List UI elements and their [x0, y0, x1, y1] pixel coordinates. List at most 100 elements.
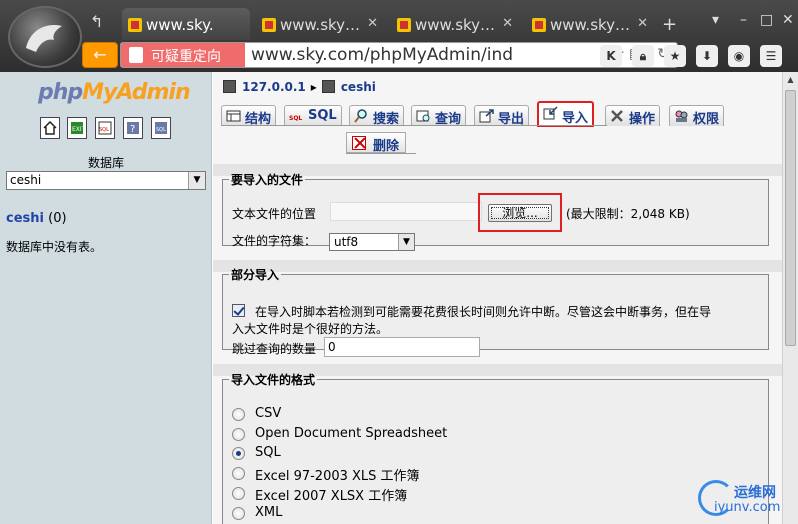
database-icon	[321, 80, 335, 93]
scroll-thumb[interactable]	[785, 90, 796, 346]
allow-interrupt-label-cont: 入大文件时是个很好的方法。	[232, 322, 389, 336]
watermark-logo: 运维网 iyunv.com	[694, 478, 794, 520]
format-section-legend: 导入文件的格式	[231, 373, 316, 387]
dropdown-icon[interactable]: ▾	[712, 12, 719, 28]
format-label: Excel 2007 XLSX 工作簿	[255, 489, 408, 504]
format-label: SQL	[255, 445, 281, 460]
browse-button[interactable]: 浏览...	[488, 204, 552, 222]
sql-icon: SQL	[289, 115, 302, 122]
browser-chrome: ↰ www.sky. www.sky… ✕ www.sky… ✕ www.sky…	[0, 0, 798, 72]
operations-icon	[611, 110, 623, 122]
minimize-icon[interactable]: –	[740, 12, 747, 28]
breadcrumb-arrow-icon: ▸	[310, 80, 317, 94]
privileges-icon	[675, 110, 688, 122]
file-path-field[interactable]	[330, 202, 482, 221]
drop-icon	[352, 136, 366, 150]
import-icon	[543, 106, 558, 120]
download-icon[interactable]: ⬇	[696, 45, 718, 67]
svg-text:SQL: SQL	[99, 127, 109, 133]
breadcrumb-database[interactable]: ceshi	[341, 80, 376, 94]
close-window-icon[interactable]: ✕	[782, 12, 794, 28]
current-database-link[interactable]: ceshi	[6, 211, 44, 226]
query-icon	[416, 110, 430, 122]
skip-queries-input[interactable]: 0	[324, 337, 480, 357]
phpmyadmin-logo[interactable]: phpMyAdmin	[38, 80, 191, 105]
current-database: ceshi (0)	[6, 211, 67, 226]
tab-search[interactable]: 搜索	[349, 105, 405, 127]
undo-close-tab-icon[interactable]: ↰	[90, 14, 106, 30]
k-extension-icon[interactable]: K	[600, 45, 622, 67]
tab-operations[interactable]: 操作	[605, 105, 661, 127]
max-size-text: (最大限制：2,048 KB)	[566, 207, 690, 221]
tab-import[interactable]: 导入	[537, 101, 595, 127]
tab-drop[interactable]: 删除	[346, 132, 407, 154]
maximize-icon[interactable]: □	[760, 12, 773, 28]
tab-export[interactable]: 导出	[474, 105, 530, 127]
favicon-icon	[128, 18, 142, 32]
tab-query[interactable]: 查询	[411, 105, 467, 127]
format-label: XML	[255, 505, 283, 520]
navigation-frame: phpMyAdmin EXIT SQL ? SQL 数据库 ceshi ▼ ce…	[0, 72, 212, 524]
format-label: Excel 97-2003 XLS 工作簿	[255, 469, 420, 484]
charset-select[interactable]: utf8 ▼	[329, 233, 415, 251]
main-frame: 127.0.0.1 ▸ ceshi 结构 SQL SQL 搜索 查询 导出 导入	[213, 72, 798, 524]
format-label: CSV	[255, 406, 282, 421]
tab-sql[interactable]: SQL SQL	[284, 105, 342, 126]
tab-privileges[interactable]: 权限	[669, 105, 725, 127]
format-radio-csv[interactable]	[232, 408, 245, 421]
allow-interrupt-label: 在导入时脚本若检测到可能需要花费很长时间则允许中断。尽管这会中断事务，但在导	[255, 305, 712, 319]
breadcrumb-server[interactable]: 127.0.0.1	[242, 80, 306, 94]
vertical-scrollbar[interactable]: ▲	[782, 72, 798, 524]
favorites-star-icon[interactable]: ★	[664, 45, 686, 67]
file-location-label: 文本文件的位置	[232, 207, 317, 221]
svg-text:SQL: SQL	[289, 115, 302, 122]
server-icon	[223, 80, 236, 93]
address-bar: ← 可疑重定向 www.sky.com/phpMyAdmin/ind ★▦▾↻ …	[82, 40, 798, 70]
url-text[interactable]: www.sky.com/phpMyAdmin/ind	[251, 45, 513, 65]
export-icon	[479, 109, 494, 123]
format-label: Open Document Spreadsheet	[255, 426, 448, 441]
new-tab-icon[interactable]: +	[662, 14, 677, 35]
chevron-down-icon: ▼	[398, 234, 414, 250]
home-icon[interactable]	[40, 117, 60, 139]
back-button[interactable]: ←	[82, 42, 118, 68]
documentation-icon[interactable]: ?	[123, 117, 143, 139]
format-radio-ods[interactable]	[232, 428, 245, 441]
partial-import-fieldset: 部分导入 在导入时脚本若检测到可能需要花费很长时间则允许中断。尽管这会中断事务，…	[222, 266, 769, 357]
partial-section-legend: 部分导入	[231, 268, 280, 282]
redirect-warning[interactable]: 可疑重定向	[121, 43, 245, 67]
close-tab-icon[interactable]: ✕	[367, 16, 378, 31]
svg-text:SQL: SQL	[156, 127, 166, 133]
drop-divider	[346, 153, 416, 154]
allow-interrupt-checkbox[interactable]	[232, 304, 245, 317]
format-radio-xlsx[interactable]	[232, 487, 245, 500]
warning-page-icon	[129, 47, 143, 63]
browser-tab-3[interactable]: www.sky… ✕	[391, 8, 521, 40]
menu-icon[interactable]: ☰	[760, 45, 782, 67]
sql-docs-icon[interactable]: SQL	[151, 117, 171, 139]
format-radio-xml[interactable]	[232, 507, 245, 520]
database-select[interactable]: ceshi ▼	[6, 171, 206, 190]
file-import-fieldset: 要导入的文件 文本文件的位置 浏览... (最大限制：2,048 KB) 文件的…	[222, 171, 769, 251]
gamepad-icon[interactable]: ◉	[728, 45, 750, 67]
close-tab-icon[interactable]: ✕	[637, 16, 648, 31]
format-radio-xls[interactable]	[232, 467, 245, 480]
browser-logo-icon[interactable]	[8, 6, 82, 68]
browser-tab-4[interactable]: www.sky… ✕	[526, 8, 656, 40]
svg-text:EXIT: EXIT	[72, 126, 84, 133]
database-label: 数据库	[87, 156, 124, 170]
scroll-up-icon[interactable]: ▲	[783, 72, 798, 88]
search-icon	[354, 109, 367, 123]
browse-highlight: 浏览...	[478, 193, 562, 232]
format-radio-sql[interactable]	[232, 447, 245, 460]
exit-icon[interactable]: EXIT	[67, 117, 87, 139]
lock-icon[interactable]: 🔒︎	[632, 45, 654, 67]
svg-text:?: ?	[130, 124, 135, 135]
url-field[interactable]: 可疑重定向 www.sky.com/phpMyAdmin/ind ★▦▾↻	[120, 42, 678, 68]
close-tab-icon[interactable]: ✕	[502, 16, 513, 31]
browser-tab-1[interactable]: www.sky.	[122, 8, 250, 40]
browser-tab-2[interactable]: www.sky… ✕	[256, 8, 386, 40]
query-window-icon[interactable]: SQL	[95, 117, 115, 139]
no-tables-message: 数据库中没有表。	[6, 240, 103, 254]
tab-structure[interactable]: 结构	[221, 105, 277, 127]
